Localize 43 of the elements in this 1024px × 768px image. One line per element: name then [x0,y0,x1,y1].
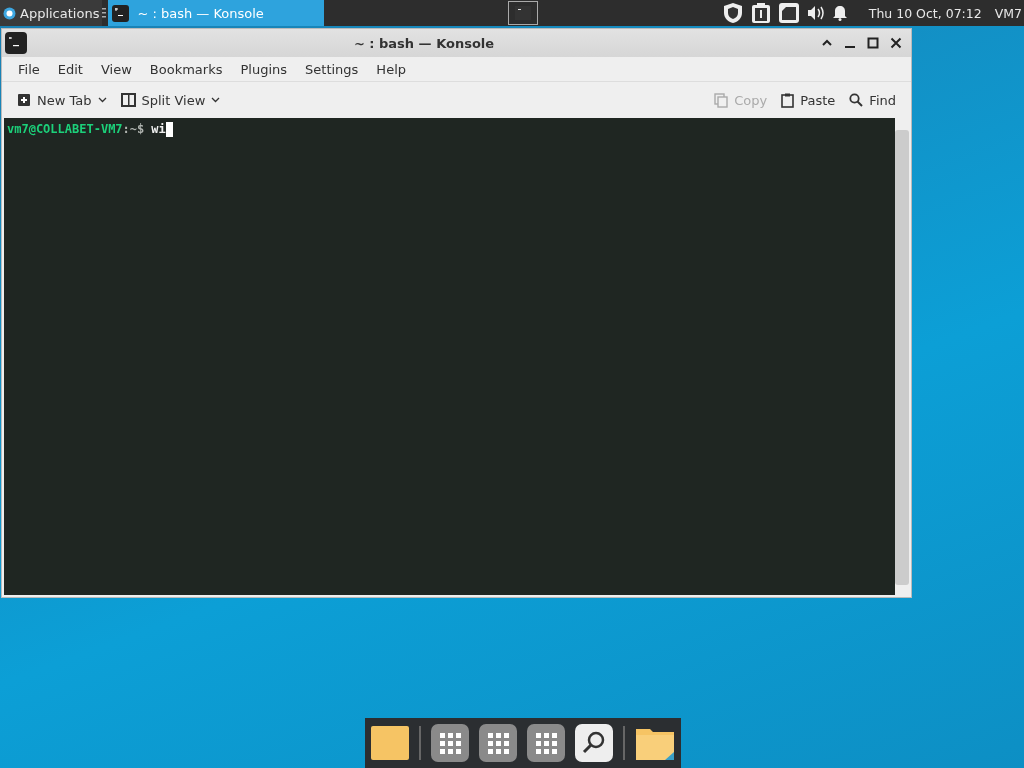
applications-menu[interactable]: Applications [0,0,103,26]
shield-icon[interactable] [721,2,744,24]
menu-item[interactable]: Plugins [231,61,297,77]
app-grid-icon[interactable] [430,724,469,762]
split-view-button[interactable]: Split View [115,89,226,111]
scrollbar[interactable] [895,130,909,585]
search-icon[interactable] [574,724,613,762]
handle-icon [102,8,107,18]
app-logo-icon [3,6,16,20]
clock[interactable]: Thu 10 Oct, 07:12 [868,5,982,21]
terminal-area[interactable]: vm7@COLLABET-VM7:~$ wi [4,118,895,595]
new-tab-icon [17,93,31,107]
menu-item[interactable]: File [9,61,49,77]
find-button[interactable]: Find [844,89,901,111]
new-tab-button[interactable]: New Tab [12,89,112,111]
maximize-icon[interactable] [867,37,879,49]
app-grid-icon[interactable] [526,724,565,762]
menu-item[interactable]: Edit [48,61,92,77]
menu-item[interactable]: View [91,61,141,77]
network-icon[interactable] [777,2,800,24]
menu-item[interactable]: Help [367,61,415,77]
search-icon [849,93,864,107]
terminal-icon [112,4,130,22]
split-view-icon [120,93,136,107]
terminal-icon [514,6,531,20]
caret-icon [97,97,107,103]
user-name[interactable]: VM7 [994,5,1022,21]
copy-icon [714,92,729,108]
paste-button[interactable]: Paste [776,89,841,111]
menu-item[interactable]: Settings [296,61,368,77]
close-icon[interactable] [890,37,902,49]
workspace-switcher[interactable] [507,1,538,25]
bell-icon[interactable] [831,5,848,21]
typed-command: wi [151,122,166,136]
caret-icon [211,97,221,103]
prompt-path: :~$ [122,122,145,136]
app-grid-icon[interactable] [478,724,517,762]
prompt-user-host: vm7@COLLABET-VM7 [7,122,123,136]
window-title: ~ : bash — Konsole [352,35,496,51]
terminal-icon [5,32,27,54]
text-cursor [165,121,173,137]
menu-item[interactable]: Bookmarks [140,61,232,77]
volume-icon[interactable] [806,5,825,21]
